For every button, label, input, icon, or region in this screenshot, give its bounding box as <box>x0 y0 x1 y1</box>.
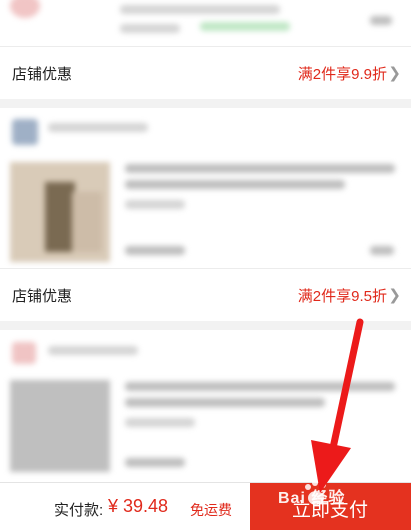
chevron-right-icon: ❯ <box>388 65 401 82</box>
shop-avatar <box>12 342 36 364</box>
shop-discount-row[interactable]: 店铺优惠 满2件享9.5折 ❯ <box>0 268 411 321</box>
total-amount: ¥ 39.48 <box>108 496 169 516</box>
chevron-right-icon: ❯ <box>388 287 401 304</box>
baidu-watermark: Bai 经验 <box>258 478 388 510</box>
order-card-3 <box>0 330 411 482</box>
total-label: 实付款: <box>54 502 104 519</box>
order-card-1: 店铺优惠 满2件享9.9折 ❯ <box>0 0 411 99</box>
watermark-text: Bai 经验 <box>278 490 346 507</box>
shop-discount-label: 店铺优惠 <box>12 66 73 83</box>
shop-discount-row[interactable]: 店铺优惠 满2件享9.9折 ❯ <box>0 46 411 99</box>
shop-avatar <box>10 0 40 18</box>
shop-discount-label: 店铺优惠 <box>12 288 73 305</box>
product-thumbnail <box>10 162 110 262</box>
order-card-2: 店铺优惠 满2件享9.5折 ❯ <box>0 108 411 321</box>
shipping-note: 免运费 <box>190 502 232 518</box>
shop-discount-value: 满2件享9.9折 <box>297 66 387 83</box>
product-thumbnail <box>10 380 110 472</box>
shop-avatar <box>12 119 38 145</box>
shop-discount-value: 满2件享9.5折 <box>297 288 387 305</box>
